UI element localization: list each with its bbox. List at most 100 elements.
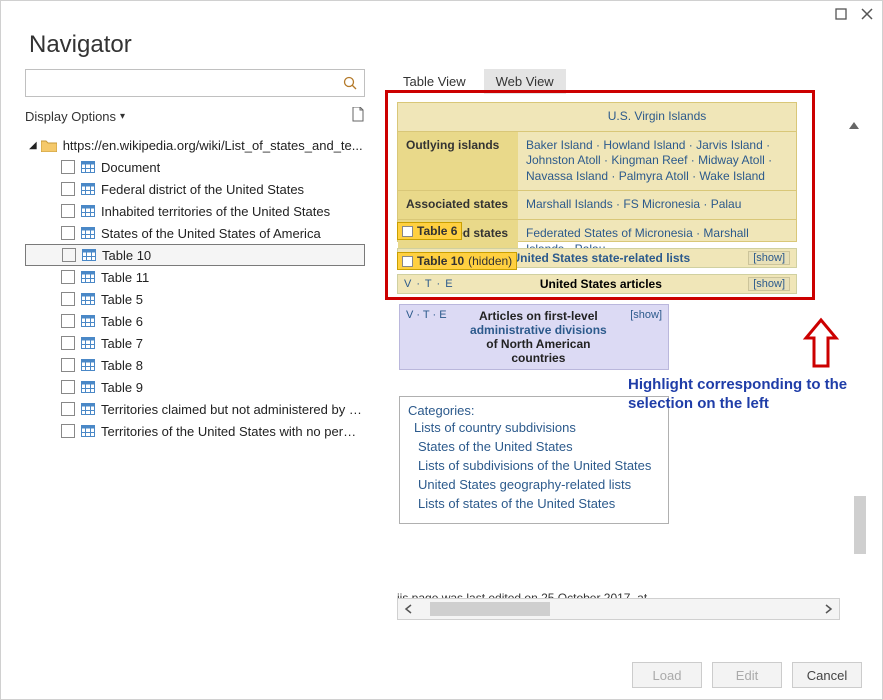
checkbox[interactable] xyxy=(61,424,75,438)
scroll-left-button[interactable] xyxy=(398,599,420,619)
scroll-up-button[interactable] xyxy=(842,114,866,138)
checkbox[interactable] xyxy=(402,256,413,267)
tree-item-label: Document xyxy=(101,160,160,175)
row-header: Outlying islands xyxy=(398,132,518,191)
tree-root-label: https://en.wikipedia.org/wiki/List_of_st… xyxy=(63,138,363,153)
category-link[interactable]: United States geography-related lists xyxy=(408,475,660,494)
tree-item[interactable]: Inhabited territories of the United Stat… xyxy=(25,200,365,222)
table-icon xyxy=(81,425,95,437)
tree-item[interactable]: Federal district of the United States xyxy=(25,178,365,200)
checkbox[interactable] xyxy=(61,402,75,416)
cell: U.S. Virgin Islands xyxy=(518,103,796,131)
tree-item[interactable]: Table 10 xyxy=(25,244,365,266)
tree-item[interactable]: Document xyxy=(25,156,365,178)
search-icon[interactable] xyxy=(336,70,364,96)
tree-item-label: Table 10 xyxy=(102,248,151,263)
search-box[interactable] xyxy=(25,69,365,97)
checkbox[interactable] xyxy=(61,292,75,306)
display-options-dropdown[interactable]: Display Options ▾ xyxy=(25,109,125,124)
nav-template-title: United States articles xyxy=(462,277,741,291)
scrollbar-thumb[interactable] xyxy=(430,602,550,616)
checkbox[interactable] xyxy=(61,226,75,240)
titlebar xyxy=(1,1,882,23)
right-pane: Table View Web View .U.S. Virgin Islands… xyxy=(377,69,866,659)
checkbox[interactable] xyxy=(61,358,75,372)
tag-label: Table 6 xyxy=(417,224,457,238)
nav-tree: ◢ https://en.wikipedia.org/wiki/List_of_… xyxy=(25,134,365,442)
nav-template-admin-divisions[interactable]: V · T · E Articles on first-level admini… xyxy=(399,304,669,370)
chevron-down-icon: ▾ xyxy=(120,111,125,122)
tree-item-label: Table 11 xyxy=(101,270,149,285)
checkbox[interactable] xyxy=(61,204,75,218)
tree-item-label: Table 5 xyxy=(101,292,143,307)
table-6-tag[interactable]: Table 6 xyxy=(397,222,462,240)
tree-item[interactable]: Table 8 xyxy=(25,354,365,376)
dialog-title: Navigator xyxy=(1,23,882,69)
checkbox[interactable] xyxy=(61,160,75,174)
tree-root-node[interactable]: ◢ https://en.wikipedia.org/wiki/List_of_… xyxy=(25,134,365,156)
nt3-line: countries xyxy=(511,351,565,365)
category-link[interactable]: Lists of subdivisions of the United Stat… xyxy=(408,456,660,475)
scrollbar-track[interactable] xyxy=(420,599,817,619)
tab-table-view[interactable]: Table View xyxy=(391,69,478,94)
horizontal-scrollbar[interactable] xyxy=(397,598,840,620)
tree-item-label: Federal district of the United States xyxy=(101,182,304,197)
category-link[interactable]: Lists of states of the United States xyxy=(408,494,660,513)
table-icon xyxy=(81,403,95,415)
checkbox[interactable] xyxy=(61,380,75,394)
checkbox[interactable] xyxy=(61,336,75,350)
tree-item[interactable]: Table 6 xyxy=(25,310,365,332)
category-link[interactable]: Lists of country subdivisions xyxy=(408,418,660,437)
tree-item[interactable]: States of the United States of America xyxy=(25,222,365,244)
checkbox[interactable] xyxy=(402,226,413,237)
table-icon xyxy=(81,337,95,349)
tree-item[interactable]: Territories claimed but not administered… xyxy=(25,398,365,420)
checkbox[interactable] xyxy=(61,182,75,196)
load-button[interactable]: Load xyxy=(632,662,702,688)
left-pane: Display Options ▾ ◢ https://en.wikipedia… xyxy=(17,69,377,659)
table-icon xyxy=(81,359,95,371)
table-icon xyxy=(82,249,96,261)
expand-arrow-icon[interactable]: ◢ xyxy=(29,140,37,151)
scroll-right-button[interactable] xyxy=(817,599,839,619)
show-toggle[interactable]: [show] xyxy=(748,277,790,291)
annotation-text: Highlight corresponding to the selection… xyxy=(628,376,868,414)
tab-web-view[interactable]: Web View xyxy=(484,69,566,94)
checkbox[interactable] xyxy=(62,248,76,262)
cancel-button[interactable]: Cancel xyxy=(792,662,862,688)
show-toggle[interactable]: [show] xyxy=(630,309,662,365)
checkbox[interactable] xyxy=(61,314,75,328)
sheet-icon[interactable] xyxy=(351,107,365,126)
tree-item-label: Table 9 xyxy=(101,380,143,395)
tree-item-label: Inhabited territories of the United Stat… xyxy=(101,204,330,219)
table-icon xyxy=(81,293,95,305)
table-icon xyxy=(81,205,95,217)
tree-item[interactable]: Territories of the United States with no… xyxy=(25,420,365,442)
button-row: Load Edit Cancel xyxy=(1,651,882,699)
nav-template-us-articles[interactable]: V · T · E United States articles [show] xyxy=(397,274,797,294)
table-icon xyxy=(81,315,95,327)
search-input[interactable] xyxy=(26,76,336,91)
tree-item-label: Table 8 xyxy=(101,358,143,373)
tree-item[interactable]: Table 9 xyxy=(25,376,365,398)
hidden-label: (hidden) xyxy=(468,254,512,268)
category-link[interactable]: States of the United States xyxy=(408,437,660,456)
tree-item[interactable]: Table 11 xyxy=(25,266,365,288)
vertical-scrollbar-thumb[interactable] xyxy=(854,496,866,554)
table-10-tag[interactable]: Table 10 (hidden) xyxy=(397,252,517,270)
edit-button[interactable]: Edit xyxy=(712,662,782,688)
checkbox[interactable] xyxy=(61,270,75,284)
folder-icon xyxy=(41,139,57,152)
tree-item[interactable]: Table 7 xyxy=(25,332,365,354)
tree-item[interactable]: Table 5 xyxy=(25,288,365,310)
vte-links[interactable]: V · T · E xyxy=(406,309,447,365)
close-button[interactable] xyxy=(860,7,874,21)
nt3-line: administrative divisions xyxy=(470,323,607,337)
cell: Baker Island · Howland Island · Jarvis I… xyxy=(518,132,796,191)
annotation-arrow-icon xyxy=(800,316,842,377)
vte-links[interactable]: V · T · E xyxy=(404,278,454,290)
table-icon xyxy=(81,271,95,283)
show-toggle[interactable]: [show] xyxy=(748,251,790,265)
preview-area: .U.S. Virgin Islands Outlying islandsBak… xyxy=(391,96,866,642)
maximize-button[interactable] xyxy=(834,7,848,21)
